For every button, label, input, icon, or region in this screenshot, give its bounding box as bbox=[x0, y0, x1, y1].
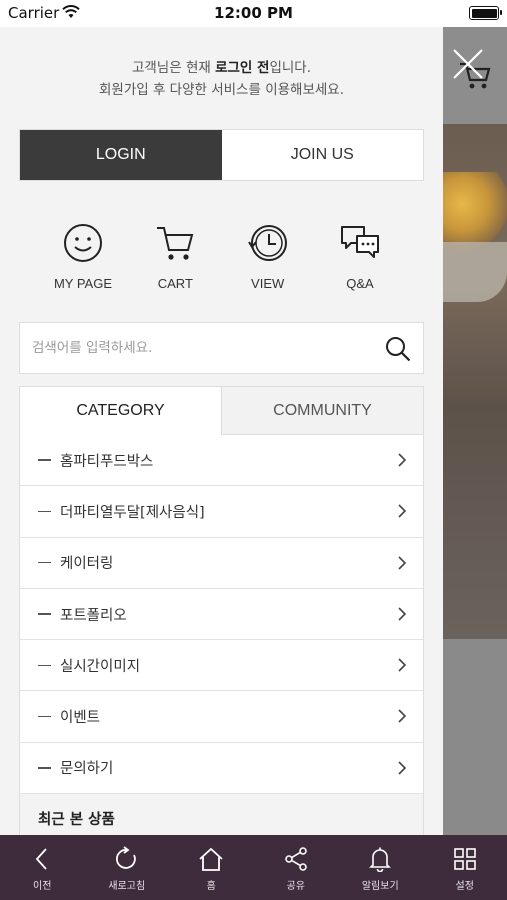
chevron-right-icon bbox=[398, 556, 407, 570]
smiley-icon bbox=[64, 224, 102, 262]
join-button[interactable]: JOIN US bbox=[221, 130, 423, 180]
category-item[interactable]: 이벤트 bbox=[20, 691, 423, 743]
category-item[interactable]: 더파티열두달[제사음식] bbox=[20, 486, 423, 538]
history-clock-icon bbox=[247, 225, 287, 261]
cart-link[interactable]: CART bbox=[130, 222, 220, 291]
nav-back[interactable]: 이전 bbox=[0, 835, 85, 900]
category-label: 이벤트 bbox=[60, 710, 101, 727]
chat-bubbles-icon bbox=[340, 226, 379, 258]
search-input[interactable] bbox=[32, 323, 372, 373]
category-list: 홈파티푸드박스 더파티열두달[제사음식] 케이터링 포트폴리오 실시간이미지 이… bbox=[20, 435, 423, 795]
clock-time: 12:00 PM bbox=[214, 4, 293, 22]
nav-notifications-label: 알림보기 bbox=[361, 881, 399, 892]
grid-icon bbox=[453, 848, 476, 870]
chevron-right-icon bbox=[398, 607, 407, 621]
category-item[interactable]: 홈파티푸드박스 bbox=[20, 435, 423, 487]
side-drawer: 고객님은 현재 로그인 전입니다. 회원가입 후 다양한 서비스를 이용해보세요… bbox=[0, 27, 443, 835]
chevron-right-icon bbox=[398, 453, 407, 467]
category-item[interactable]: 문의하기 bbox=[20, 743, 423, 795]
category-item[interactable]: 포트폴리오 bbox=[20, 589, 423, 641]
my-page-label: MY PAGE bbox=[53, 276, 113, 291]
category-panel: CATEGORY COMMUNITY 홈파티푸드박스 더파티열두달[제사음식] … bbox=[19, 386, 424, 835]
category-item[interactable]: 케이터링 bbox=[20, 538, 423, 589]
chevron-right-icon bbox=[398, 504, 407, 518]
nav-settings-label: 설정 bbox=[455, 881, 474, 892]
bell-icon bbox=[369, 847, 392, 872]
share-icon bbox=[284, 847, 307, 871]
login-button[interactable]: LOGIN bbox=[20, 130, 222, 180]
category-label: 실시간이미지 bbox=[60, 658, 141, 675]
auth-buttons: LOGIN JOIN US bbox=[19, 129, 424, 181]
status-bar: Carrier 12:00 PM bbox=[0, 0, 507, 27]
bottom-nav-bar: 이전 새로고침 홈 공유 알림보기 설정 bbox=[0, 835, 507, 900]
nav-notifications[interactable]: 알림보기 bbox=[338, 835, 423, 900]
category-item[interactable]: 실시간이미지 bbox=[20, 640, 423, 692]
view-history-link[interactable]: VIEW bbox=[223, 222, 313, 291]
recent-products-title: 최근 본 상품 bbox=[20, 794, 423, 835]
view-label: VIEW bbox=[251, 276, 285, 291]
nav-home-label: 홈 bbox=[206, 881, 216, 892]
back-arrow-icon bbox=[36, 848, 47, 870]
search-icon[interactable] bbox=[385, 336, 411, 362]
cart-label: CART bbox=[157, 276, 193, 291]
battery-icon bbox=[469, 6, 502, 20]
qna-label: Q&A bbox=[346, 276, 374, 291]
category-label: 더파티열두달[제사음식] bbox=[60, 504, 205, 521]
login-notice: 고객님은 현재 로그인 전입니다. 회원가입 후 다양한 서비스를 이용해보세요… bbox=[0, 57, 443, 101]
my-page-link[interactable]: MY PAGE bbox=[38, 222, 128, 291]
category-label: 포트폴리오 bbox=[60, 607, 127, 624]
home-icon bbox=[199, 847, 223, 871]
background-page bbox=[443, 27, 507, 835]
qna-link[interactable]: Q&A bbox=[315, 222, 405, 291]
tab-category[interactable]: CATEGORY bbox=[20, 387, 221, 435]
chevron-right-icon bbox=[398, 761, 407, 775]
nav-share-label: 공유 bbox=[286, 881, 305, 892]
quick-links: MY PAGE CART VIEW Q&A bbox=[38, 222, 405, 291]
cart-icon bbox=[157, 227, 194, 260]
notice-line-1: 고객님은 현재 로그인 전입니다. bbox=[131, 60, 312, 76]
nav-settings[interactable]: 설정 bbox=[423, 835, 507, 900]
panel-tabs: CATEGORY COMMUNITY bbox=[20, 387, 423, 435]
nav-back-label: 이전 bbox=[33, 881, 52, 892]
refresh-icon bbox=[115, 846, 136, 869]
category-label: 문의하기 bbox=[60, 761, 114, 778]
nav-share[interactable]: 공유 bbox=[254, 835, 339, 900]
category-label: 케이터링 bbox=[60, 556, 114, 573]
nav-refresh-label: 새로고침 bbox=[108, 881, 146, 892]
nav-home[interactable]: 홈 bbox=[169, 835, 254, 900]
category-label: 홈파티푸드박스 bbox=[60, 453, 154, 470]
notice-line-2: 회원가입 후 다양한 서비스를 이용해보세요. bbox=[98, 82, 345, 98]
search-box bbox=[19, 322, 424, 374]
chevron-right-icon bbox=[398, 709, 407, 724]
tab-community[interactable]: COMMUNITY bbox=[221, 387, 423, 435]
close-drawer-icon[interactable] bbox=[450, 46, 486, 82]
nav-refresh[interactable]: 새로고침 bbox=[85, 835, 170, 900]
chevron-right-icon bbox=[398, 658, 407, 672]
